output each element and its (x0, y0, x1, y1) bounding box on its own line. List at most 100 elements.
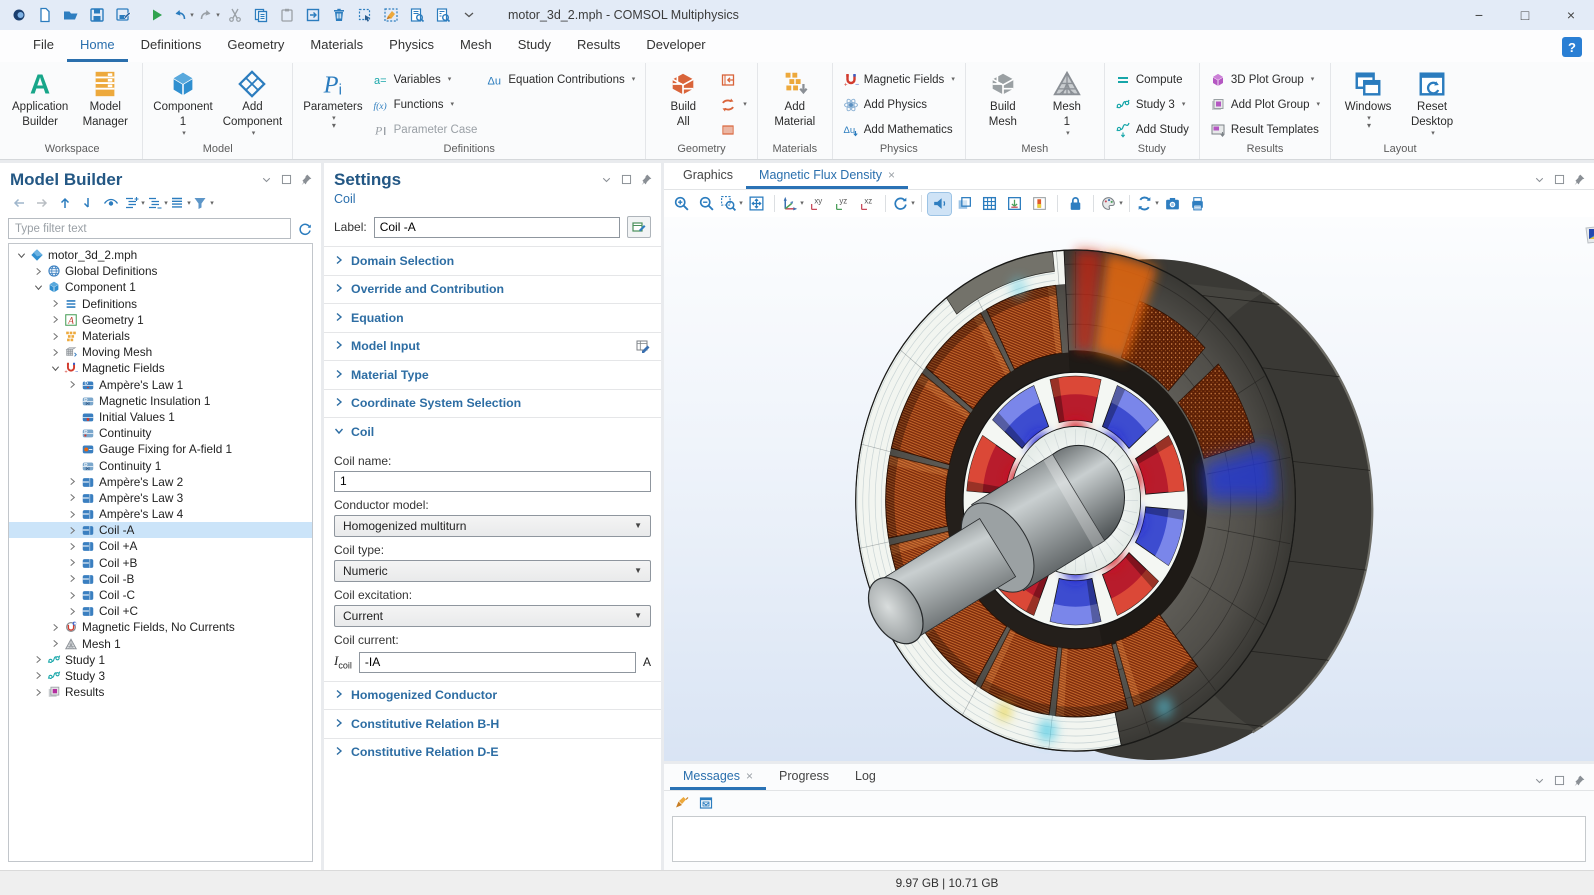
tab-geometry[interactable]: Geometry (214, 30, 297, 62)
ribbon-button-application-builder[interactable]: AApplicationBuilder (7, 66, 73, 130)
collapse-twisty-icon[interactable] (15, 251, 28, 260)
tree-item-coil-a[interactable]: Coil +A (9, 538, 312, 554)
ribbon-button-add-physics[interactable]: Add Physics (838, 92, 960, 117)
tab-study[interactable]: Study (505, 30, 564, 62)
label-field-input[interactable] (374, 217, 620, 238)
tree-item-component-1[interactable]: Component 1 (9, 279, 312, 295)
qat-find-settings[interactable] (430, 3, 456, 27)
graphics-color-legend[interactable] (1028, 193, 1051, 215)
pin-icon[interactable] (300, 173, 313, 186)
graphics-view-xz[interactable]: xz (856, 193, 879, 215)
close-tab-icon[interactable]: × (746, 769, 753, 783)
pin-icon[interactable] (640, 173, 653, 186)
tree-item-materials[interactable]: Materials (9, 328, 312, 344)
tab-home[interactable]: Home (67, 30, 128, 62)
tree-item-coil-c[interactable]: Coil +C (9, 603, 312, 619)
expand-twisty-icon[interactable] (49, 299, 62, 308)
dropdown-arrow-icon[interactable] (1533, 774, 1546, 787)
conductor-model-select[interactable]: Homogenized multiturn▼ (334, 515, 651, 537)
ribbon-button-variables[interactable]: a=Variables▾ (368, 67, 483, 92)
help-button[interactable]: ? (1562, 37, 1582, 57)
graphics-tab-graphics[interactable]: Graphics (670, 163, 746, 189)
expand-twisty-icon[interactable] (49, 639, 62, 648)
qat-open-file[interactable] (58, 3, 84, 27)
qat-clear-selection[interactable] (378, 3, 404, 27)
section-material-type[interactable]: Material Type (324, 360, 661, 389)
tree-item-coil-b[interactable]: Coil +B (9, 555, 312, 571)
tree-item-definitions[interactable]: Definitions (9, 296, 312, 312)
ribbon-button-windows[interactable]: Windows ▾▾ (1336, 66, 1400, 130)
edit-model-input-icon[interactable] (635, 338, 651, 354)
qat-run[interactable] (144, 3, 170, 27)
tree-item-amp-re-s-law-2[interactable]: Ampère's Law 2 (9, 474, 312, 490)
tree-item-coil-b[interactable]: Coil -B (9, 571, 312, 587)
mb-move-down[interactable] (77, 193, 99, 213)
tree-item-magnetic-insulation-1[interactable]: D⋈Magnetic Insulation 1 (9, 393, 312, 409)
messages-open-message-window[interactable] (698, 795, 714, 811)
ribbon-button-add-study[interactable]: Add Study (1110, 117, 1194, 142)
ribbon-button-build-all[interactable]: BuildAll (651, 66, 715, 130)
messages-clear-broom[interactable] (674, 795, 690, 811)
expand-twisty-icon[interactable] (49, 623, 62, 632)
float-window-icon[interactable] (1553, 774, 1566, 787)
tree-filter-input[interactable] (8, 218, 291, 239)
ribbon-button-component-1[interactable]: Component1 ▾ (148, 66, 217, 137)
expand-twisty-icon[interactable] (32, 655, 45, 664)
refresh-filter-icon[interactable] (297, 221, 313, 237)
tree-item-global-definitions[interactable]: Global Definitions (9, 263, 312, 279)
ribbon-button-build-mesh[interactable]: BuildMesh (971, 66, 1035, 130)
tree-item-continuity-1[interactable]: D⋈Continuity 1 (9, 457, 312, 473)
qat-customize-chevron[interactable] (456, 3, 482, 27)
ribbon-button-equation-contributions[interactable]: ΔuEquation Contributions▾ (482, 67, 640, 92)
ribbon-button-rebuild[interactable]: ▾ (715, 92, 752, 117)
graphics-view-yz[interactable]: yz (831, 193, 854, 215)
tree-item-magnetic-fields[interactable]: +−Magnetic Fields (9, 360, 312, 376)
graphics-scene-light[interactable] (928, 193, 951, 215)
pin-icon[interactable] (1573, 774, 1586, 787)
expand-twisty-icon[interactable] (66, 607, 79, 616)
expand-twisty-icon[interactable] (66, 493, 79, 502)
float-window-icon[interactable] (280, 173, 293, 186)
graphics-view-axes[interactable]: ▾ (781, 193, 804, 215)
tab-definitions[interactable]: Definitions (128, 30, 215, 62)
mb-nav-back[interactable] (8, 193, 30, 213)
qat-select-box[interactable] (352, 3, 378, 27)
expand-twisty-icon[interactable] (66, 380, 79, 389)
ribbon-button-insert-sequence[interactable] (715, 67, 752, 92)
ribbon-button-magnetic-fields[interactable]: +−Magnetic Fields▾ (838, 67, 960, 92)
graphics-zoom-out[interactable] (695, 193, 718, 215)
messages-tab-messages[interactable]: Messages× (670, 764, 766, 790)
expand-twisty-icon[interactable] (49, 315, 62, 324)
tree-item-results[interactable]: Results (9, 684, 312, 700)
tree-item-amp-re-s-law-1[interactable]: DAmpère's Law 1 (9, 377, 312, 393)
qat-undo[interactable]: ▾ (170, 3, 196, 27)
collapse-twisty-icon[interactable] (32, 283, 45, 292)
ribbon-button-compute[interactable]: Compute (1110, 67, 1194, 92)
qat-new-file[interactable] (32, 3, 58, 27)
section-equation[interactable]: Equation (324, 303, 661, 332)
pin-icon[interactable] (1573, 173, 1586, 186)
graphics-axis-indicator[interactable] (1003, 193, 1026, 215)
tree-item-coil-c[interactable]: Coil -C (9, 587, 312, 603)
tree-item-geometry-1[interactable]: AGeometry 1 (9, 312, 312, 328)
section-domain-selection[interactable]: Domain Selection (324, 246, 661, 275)
maximize-button[interactable]: □ (1502, 0, 1548, 30)
close-tab-icon[interactable]: × (888, 168, 895, 182)
tab-materials[interactable]: Materials (297, 30, 376, 62)
collapse-twisty-icon[interactable] (49, 364, 62, 373)
tree-item-moving-mesh[interactable]: Moving Mesh (9, 344, 312, 360)
coil-name-input[interactable] (334, 471, 651, 492)
mb-filter-funnel[interactable]: ▾ (192, 193, 214, 213)
expand-twisty-icon[interactable] (49, 332, 62, 341)
dropdown-arrow-icon[interactable] (260, 173, 273, 186)
graphics-zoom-box[interactable]: ▾ (720, 193, 743, 215)
graphics-tab-magnetic-flux-density[interactable]: Magnetic Flux Density× (746, 163, 908, 189)
tree-item-amp-re-s-law-3[interactable]: Ampère's Law 3 (9, 490, 312, 506)
section-model-input[interactable]: Model Input (324, 332, 661, 361)
tab-mesh[interactable]: Mesh (447, 30, 505, 62)
dropdown-arrow-icon[interactable] (600, 173, 613, 186)
graphics-transparency-cube[interactable] (953, 193, 976, 215)
expand-twisty-icon[interactable] (66, 558, 79, 567)
section-coordinate-system-selection[interactable]: Coordinate System Selection (324, 389, 661, 418)
graphics-print[interactable] (1186, 193, 1209, 215)
